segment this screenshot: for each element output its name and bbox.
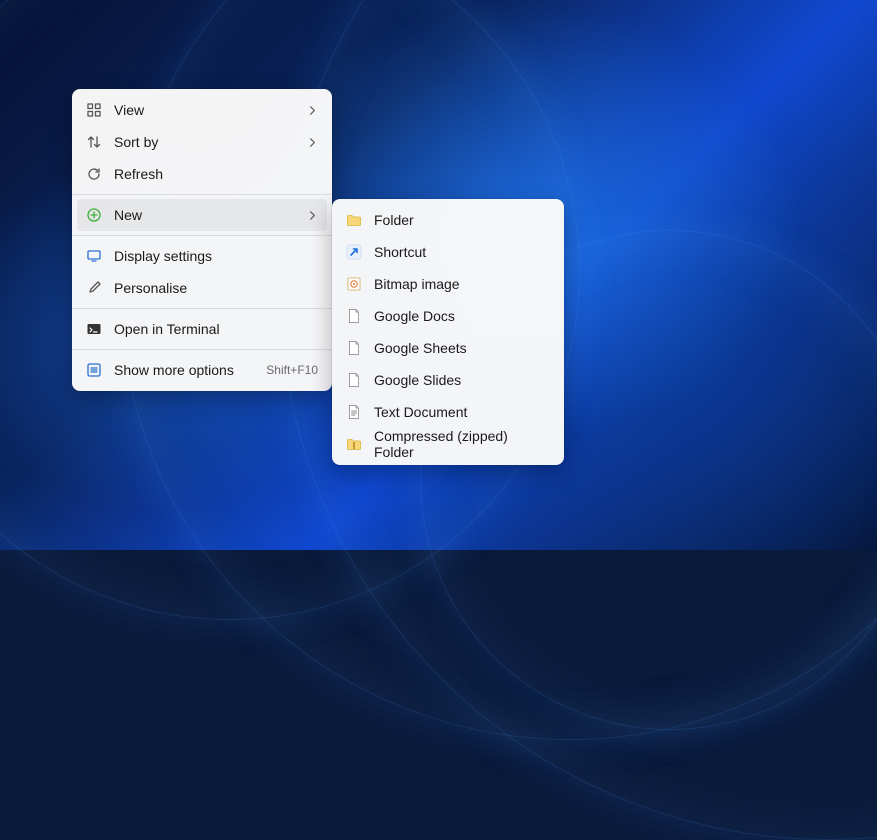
submenu-item-text-document[interactable]: Text Document [338,396,558,428]
submenu-item-bitmap-image[interactable]: Bitmap image [338,268,558,300]
menu-item-refresh[interactable]: Refresh [72,158,332,190]
submenu-item-label: Text Document [374,404,550,420]
text-document-icon [346,404,362,420]
menu-item-label: Refresh [114,166,318,182]
chevron-right-icon [306,104,318,116]
menu-item-view[interactable]: View [72,94,332,126]
submenu-item-google-sheets[interactable]: Google Sheets [338,332,558,364]
menu-separator [72,349,332,350]
menu-separator [72,308,332,309]
menu-item-open-in-terminal[interactable]: Open in Terminal [72,313,332,345]
menu-item-label: New [114,207,306,223]
zip-folder-icon [346,436,362,452]
chevron-right-icon [306,136,318,148]
bitmap-image-icon [346,276,362,292]
view-grid-icon [86,102,102,118]
submenu-item-google-slides[interactable]: Google Slides [338,364,558,396]
folder-icon [346,212,362,228]
shortcut-arrow-icon [346,244,362,260]
submenu-item-label: Google Slides [374,372,550,388]
new-submenu: Folder Shortcut Bitmap image Google Docs… [332,199,564,465]
submenu-item-label: Google Sheets [374,340,550,356]
menu-item-label: View [114,102,306,118]
more-options-icon [86,362,102,378]
submenu-item-shortcut[interactable]: Shortcut [338,236,558,268]
menu-item-personalise[interactable]: Personalise [72,272,332,304]
sort-icon [86,134,102,150]
submenu-item-folder[interactable]: Folder [338,204,558,236]
menu-item-sort-by[interactable]: Sort by [72,126,332,158]
menu-item-label: Show more options [114,362,266,378]
document-icon [346,308,362,324]
menu-item-label: Sort by [114,134,306,150]
menu-separator [72,194,332,195]
menu-item-label: Display settings [114,248,318,264]
submenu-item-compressed-folder[interactable]: Compressed (zipped) Folder [338,428,558,460]
menu-item-show-more-options[interactable]: Show more options Shift+F10 [72,354,332,386]
menu-item-display-settings[interactable]: Display settings [72,240,332,272]
display-icon [86,248,102,264]
document-icon [346,372,362,388]
submenu-item-label: Compressed (zipped) Folder [374,428,550,460]
submenu-item-label: Bitmap image [374,276,550,292]
menu-item-label: Open in Terminal [114,321,318,337]
submenu-item-label: Google Docs [374,308,550,324]
terminal-icon [86,321,102,337]
menu-item-new[interactable]: New [77,199,327,231]
brush-icon [86,280,102,296]
submenu-item-label: Shortcut [374,244,550,260]
desktop-context-menu: View Sort by Refresh New Disp [72,89,332,391]
new-plus-icon [86,207,102,223]
menu-separator [72,235,332,236]
submenu-item-google-docs[interactable]: Google Docs [338,300,558,332]
chevron-right-icon [306,209,318,221]
menu-item-label: Personalise [114,280,318,296]
refresh-icon [86,166,102,182]
keyboard-shortcut: Shift+F10 [266,363,318,377]
document-icon [346,340,362,356]
submenu-item-label: Folder [374,212,550,228]
